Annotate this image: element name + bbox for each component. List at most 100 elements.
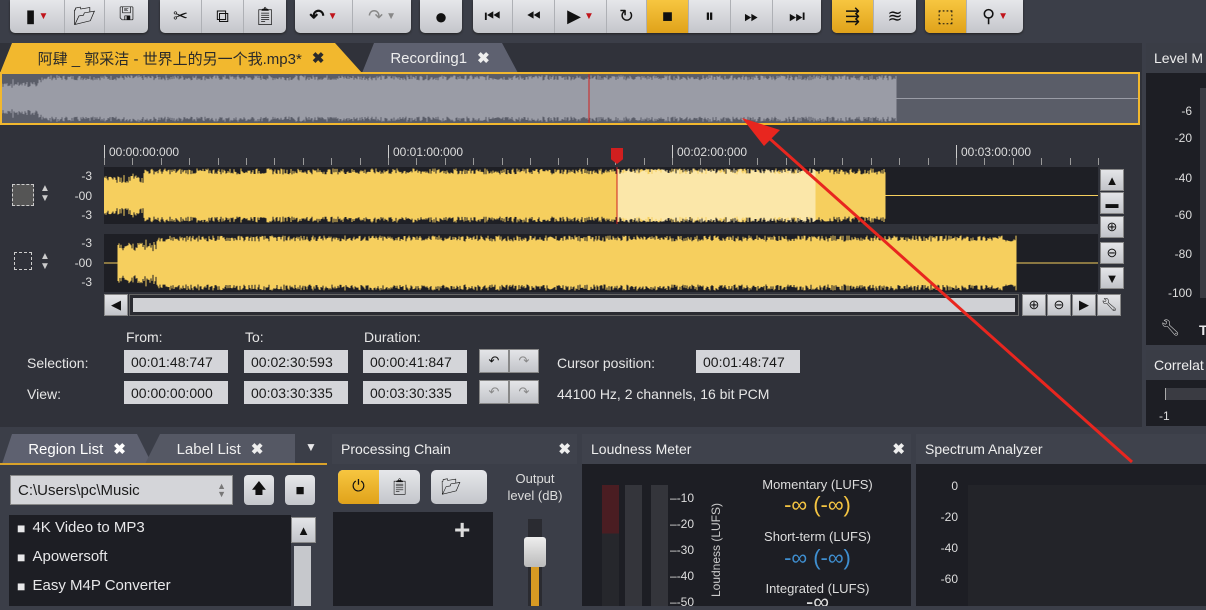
folder-list-item[interactable]: ■ Apowersoft [17,548,108,565]
add-effect-button[interactable]: + [454,514,470,546]
tab-label-list[interactable]: Label List ✖ [145,434,295,464]
track1-select-icon[interactable] [12,184,34,206]
selection-highlight [616,168,816,223]
selection-from-field[interactable]: 00:01:48:747 [124,350,228,373]
spectrogram-view-button[interactable]: ≋ [874,0,916,33]
tab-label: Region List [28,440,104,458]
redo-button[interactable]: ↷ ▼ [353,0,411,33]
scroll-left-button[interactable]: ◀ [104,294,128,316]
copy-button[interactable]: ⧉ [202,0,244,33]
undo-dropdown-icon[interactable]: ▼ [328,11,338,22]
close-icon[interactable]: ✖ [113,440,126,458]
zoom-in-button[interactable]: ⊕ [1022,294,1046,316]
paste-button[interactable]: 📋︎ [244,0,286,33]
tool-group: ⬚ ⚲ ▼ [925,0,1023,33]
dropdown-arrow-icon[interactable]: ▼ [39,11,49,22]
track1-move-icon[interactable]: ▲ ▼ [40,184,50,204]
close-icon[interactable]: ✖ [477,49,490,67]
timeline-ruler[interactable]: 00:00:00:000 00:01:00:000 00:02:00:000 00:0… [104,145,1099,165]
view-duration-field[interactable]: 00:03:30:335 [363,381,467,404]
selection-undo-button[interactable]: ↶ [479,349,509,373]
stop-button[interactable]: ■ [647,0,689,33]
folder-name: 4K Video to MP3 [32,519,145,536]
short-term-value: -∞ (-∞) [784,545,851,570]
list-scroll-thumb[interactable] [294,546,311,606]
list-scroll-up-button[interactable]: ▲ [291,517,316,543]
close-icon[interactable]: ✖ [312,49,325,67]
scroll-down-button[interactable]: ▼ [1100,267,1124,289]
ruler-tick [586,158,588,165]
cursor-position-field[interactable]: 00:01:48:747 [696,350,800,373]
loudness-title: Loudness Meter [591,441,692,457]
select-tool-button[interactable]: ⬚ [925,0,967,33]
save-button[interactable]: 🖫 [105,0,148,33]
close-icon[interactable]: ✖ [251,440,264,458]
horizontal-scrollbar[interactable] [129,294,1019,316]
pause-button[interactable]: ⏸︎ [689,0,731,33]
ruler-tick [672,158,673,165]
vertical-scroll-thumb[interactable]: ▬ [1100,192,1124,214]
view-redo-button[interactable]: ↷ [509,380,539,404]
spectrogram-icon: ≋ [887,6,903,26]
rewind-button[interactable]: ⏪︎ [513,0,555,33]
new-button[interactable]: ▮ ▼ [10,0,65,33]
play-dropdown-icon[interactable]: ▼ [584,11,594,22]
undo-button[interactable]: ↶ ▼ [295,0,353,33]
load-chain-button[interactable]: 📂︎ [431,470,487,504]
tab-region-list[interactable]: Region List ✖ [2,434,152,464]
scroll-right-button[interactable]: ▶ [1072,294,1096,316]
clipboard-button[interactable]: 📋︎ [379,470,420,504]
track2-move-icon[interactable]: ▲ ▼ [40,252,50,272]
overview-waveform[interactable] [0,72,1140,125]
ruler-tick [1098,158,1099,165]
selection-duration-field[interactable]: 00:00:41:847 [363,350,467,373]
zoom-tool-button[interactable]: ⚲ ▼ [967,0,1023,33]
folder-icon: ■ [295,481,305,499]
zoom-dropdown-icon[interactable]: ▼ [998,11,1008,22]
track2-select-icon[interactable] [14,252,32,270]
browse-folder-button[interactable]: ■ [285,475,315,505]
view-from-field[interactable]: 00:00:00:000 [124,381,228,404]
processing-chain-title: Processing Chain [341,441,451,457]
selection-to-field[interactable]: 00:02:30:593 [244,350,348,373]
ruler-tick [757,158,759,165]
go-start-button[interactable]: ⏮︎ [473,0,513,33]
redo-dropdown-icon[interactable]: ▼ [386,11,396,22]
level-settings-wrench-icon[interactable]: 🔧︎ [1160,318,1180,338]
waveform-view-button[interactable]: ⇶ [832,0,874,33]
tab-file-mp3[interactable]: 阿肆 _ 郭采洁 - 世界上的另一个我.mp3* ✖ [0,43,362,73]
view-undo-button[interactable]: ↶ [479,380,509,404]
folder-list-item[interactable]: ■ 4K Video to MP3 [17,519,145,536]
record-button[interactable]: ● [420,0,462,33]
integrated-value: -∞ [740,598,895,606]
view-to-field[interactable]: 00:03:30:335 [244,381,348,404]
vertical-zoom-in-button[interactable]: ⊕ [1100,216,1124,238]
power-button[interactable]: ⏻ [338,470,379,504]
path-dropdown[interactable]: C:\Users\pc\Music ▲ ▼ [10,475,233,505]
close-icon[interactable]: ✖ [892,440,905,458]
ruler-tick [217,158,219,165]
ruler-tick [274,158,276,165]
loop-button[interactable]: ↻ [607,0,647,33]
settings-wrench-button[interactable]: 🔧︎ [1097,294,1121,316]
cut-button[interactable]: ✂ [160,0,202,33]
folder-list-item[interactable]: ■ Easy M4P Converter [17,577,171,594]
tab-recording1[interactable]: Recording1 ✖ [362,43,518,73]
track-channel-right[interactable] [104,234,1098,292]
scroll-up-button[interactable]: ▲ [1100,169,1124,191]
ruler-label: 00:00:00:000 [104,145,179,165]
open-folder-icon: 📂︎ [73,6,96,26]
play-button[interactable]: ▶ ▼ [555,0,607,33]
output-level-handle[interactable] [524,537,546,567]
zoom-out-button[interactable]: ⊖ [1047,294,1071,316]
parent-folder-button[interactable]: 🡅 [244,475,274,505]
open-button[interactable]: 📂︎ [65,0,105,33]
tabs-overflow-dropdown-icon[interactable]: ▼ [305,440,317,454]
close-icon[interactable]: ✖ [558,440,571,458]
track-channel-left[interactable] [103,167,1098,227]
fast-forward-button[interactable]: ⏩︎ [731,0,773,33]
go-end-button[interactable]: ⏭︎ [773,0,821,33]
vertical-zoom-out-button[interactable]: ⊖ [1100,242,1124,264]
scroll-thumb[interactable] [133,298,1015,312]
selection-redo-button[interactable]: ↷ [509,349,539,373]
